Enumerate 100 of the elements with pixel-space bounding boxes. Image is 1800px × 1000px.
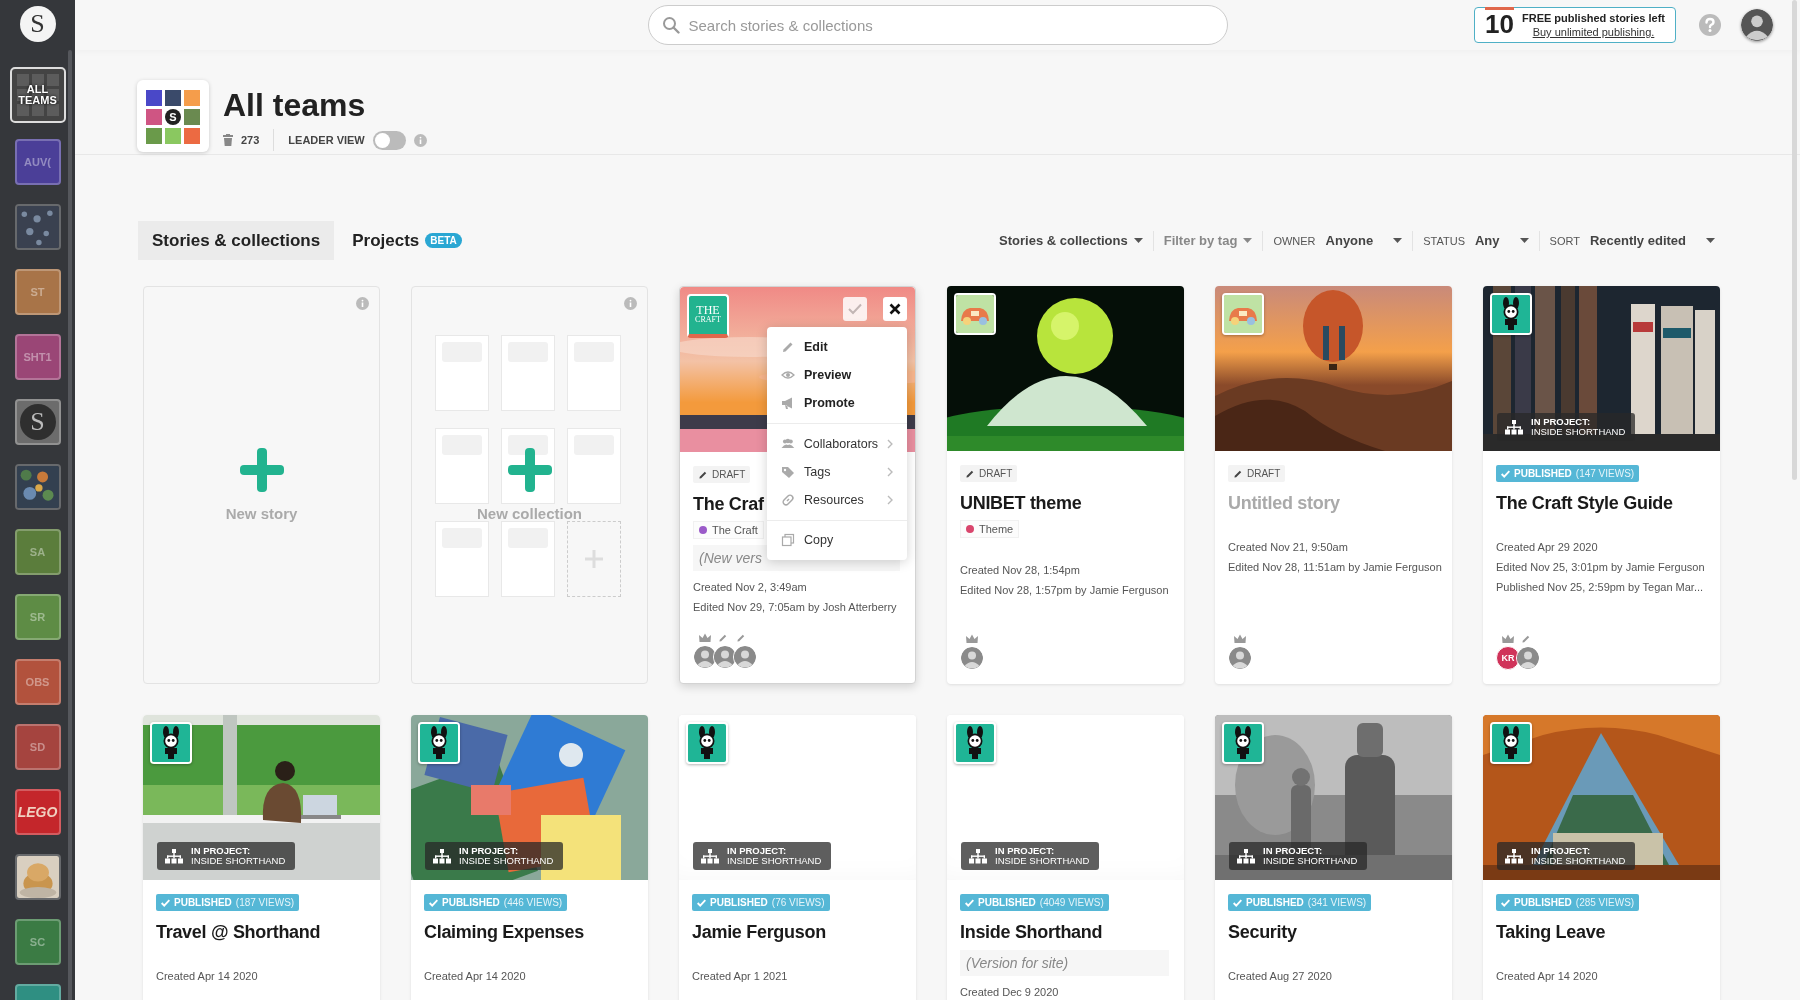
story-title[interactable]: The Craf [693, 492, 764, 516]
close-button[interactable] [883, 297, 907, 321]
story-title[interactable]: UNIBET theme [960, 491, 1082, 515]
check-icon [1501, 898, 1510, 907]
menu-item[interactable]: Resources [767, 486, 907, 514]
check-icon [697, 898, 706, 907]
caret-icon [1243, 238, 1253, 243]
menu-item[interactable]: Edit [767, 333, 907, 361]
tab[interactable]: Stories & collections [138, 221, 335, 260]
rabbit-icon [1490, 722, 1532, 764]
caret-icon [1393, 238, 1403, 243]
user-avatar [733, 645, 757, 669]
story-title[interactable]: Claiming Expenses [424, 920, 584, 944]
caret-icon [1519, 238, 1529, 243]
date-text: Edited Nov 28, 11:51am by Jamie Ferguson [1228, 560, 1442, 575]
crown-icon [1501, 634, 1515, 644]
status-badge: PUBLISHED (187 VIEWS) [156, 894, 300, 911]
story-tag: Theme [960, 520, 1020, 538]
pencil-icon [781, 340, 795, 354]
chevron-right-icon [887, 439, 893, 449]
search-field[interactable]: Search stories & collections [647, 5, 1228, 45]
tab[interactable]: Projects BETA [338, 221, 476, 260]
quota-count: 10 [1485, 6, 1514, 38]
car-icon [1222, 293, 1264, 335]
upgrade-link[interactable]: Buy unlimited publishing. [1532, 25, 1655, 39]
help-icon[interactable] [1699, 14, 1721, 36]
user-avatar [1516, 646, 1540, 670]
team-logo: THE CRAFT [687, 294, 729, 338]
pencil-icon [698, 469, 708, 480]
menu-item[interactable]: Tags [767, 458, 907, 486]
story-title[interactable]: Inside Shorthand [960, 920, 1103, 944]
check-icon [848, 303, 862, 315]
status-badge: PUBLISHED (147 VIEWS) [1496, 465, 1640, 482]
date-text: Created Apr 1 2021 [692, 969, 788, 984]
story-title[interactable]: Security [1228, 920, 1297, 944]
menu-item[interactable]: Promote [767, 389, 907, 417]
story-count: 273 [241, 134, 260, 146]
card-label: New story [224, 505, 299, 522]
page-title: All teams [223, 87, 367, 123]
project-label: IN PROJECT: INSIDE SHORTHAND [693, 842, 832, 870]
team-tile[interactable] [14, 464, 61, 510]
date-text: Created Apr 14 2020 [156, 969, 258, 984]
story-title[interactable]: Taking Leave [1496, 920, 1606, 944]
story-tag: The Craft [693, 521, 764, 539]
scrollbar[interactable] [1792, 0, 1797, 480]
check-icon [1233, 898, 1242, 907]
filter-dropdown[interactable]: OWNER Anyone [1262, 230, 1413, 251]
user-avatar [713, 645, 737, 669]
plus-icon [584, 549, 604, 569]
rabbit-icon [418, 722, 460, 764]
date-text: Created Apr 14 2020 [1496, 969, 1598, 984]
close-icon [889, 303, 901, 315]
team-tile[interactable]: ALL TEAMS [9, 67, 66, 123]
org-chart-icon [1505, 848, 1523, 864]
date-text: Created Apr 14 2020 [424, 969, 526, 984]
pencil-icon [965, 468, 975, 479]
check-icon [965, 898, 974, 907]
date-text: Created Nov 28, 1:54pm [960, 563, 1081, 578]
status-badge: PUBLISHED (446 VIEWS) [424, 894, 568, 911]
search-icon [661, 16, 680, 34]
crown-icon [965, 634, 979, 644]
info-icon [356, 297, 369, 310]
rabbit-icon [686, 722, 728, 764]
check-icon [429, 898, 438, 907]
project-label: IN PROJECT: INSIDE SHORTHAND [1229, 842, 1368, 870]
status-badge: PUBLISHED (341 VIEWS) [1228, 894, 1372, 911]
card-label: New collection [476, 505, 583, 522]
date-text: Edited Nov 25, 3:01pm by Jamie Ferguson [1496, 560, 1705, 575]
filter-dropdown[interactable]: STATUS Any [1412, 230, 1539, 251]
crown-icon [1233, 634, 1247, 644]
story-title[interactable]: Travel @ Shorthand [156, 920, 321, 944]
trash-icon [223, 134, 233, 146]
rabbit-icon [954, 722, 996, 764]
team-tile[interactable] [14, 204, 61, 250]
team-tile[interactable]: S [14, 399, 61, 445]
team-tile[interactable]: LEGO [14, 789, 61, 835]
story-title[interactable]: The Craft Style Guide [1496, 491, 1673, 515]
quota-text: FREE published stories left [1521, 11, 1665, 25]
menu-item[interactable]: Collaborators [767, 430, 907, 458]
app-logo[interactable]: S [19, 6, 56, 42]
toggle-label: LEADER VIEW [288, 134, 365, 146]
toggle-switch[interactable] [372, 130, 406, 150]
date-text: Edited Nov 28, 1:57pm by Jamie Ferguson [960, 583, 1169, 598]
org-chart-icon [1237, 848, 1255, 864]
date-text: Created Aug 27 2020 [1228, 969, 1332, 984]
date-text: Created Dec 9 2020 [960, 985, 1059, 1000]
filter-dropdown[interactable]: SORT Recently edited [1538, 230, 1725, 251]
menu-item[interactable]: Preview [767, 361, 907, 389]
chevron-right-icon [887, 495, 893, 505]
car-icon [954, 293, 996, 335]
rabbit-icon [150, 722, 192, 764]
team-tile[interactable] [14, 854, 61, 900]
scrollbar[interactable] [68, 50, 72, 1000]
caret-icon [1706, 238, 1715, 243]
status-badge: PUBLISHED (4049 VIEWS) [960, 894, 1109, 911]
story-title[interactable]: Jamie Ferguson [692, 920, 826, 944]
filter-dropdown[interactable]: Stories & collections [989, 230, 1153, 251]
org-chart-icon [1505, 419, 1523, 435]
user-avatar[interactable] [1741, 9, 1773, 41]
user-avatar: KR [1496, 646, 1520, 670]
